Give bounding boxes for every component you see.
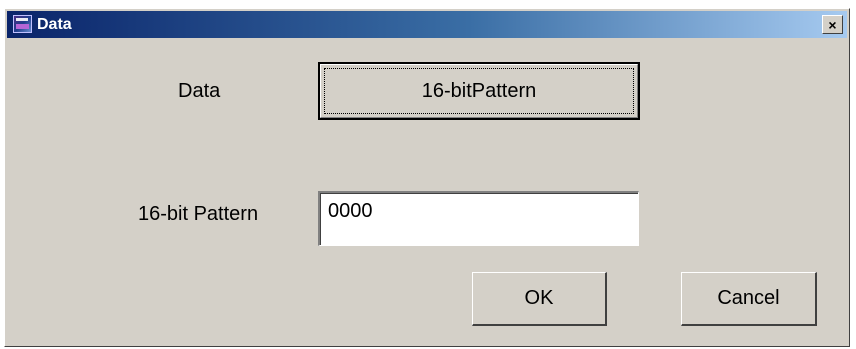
ok-button[interactable]: OK	[472, 272, 607, 326]
pattern-label: 16-bit Pattern	[138, 203, 259, 225]
cancel-button-label: Cancel	[717, 287, 780, 309]
data-type-button-label: 16-bitPattern	[421, 79, 537, 102]
pattern-input-value: 0000	[328, 200, 373, 222]
data-type-button[interactable]: 16-bitPattern	[318, 62, 640, 120]
window-title: Data	[37, 16, 72, 33]
close-icon: ×	[828, 16, 837, 33]
ok-button-label: OK	[524, 287, 554, 309]
title-bar[interactable]: Data ×	[7, 11, 847, 38]
cancel-button[interactable]: Cancel	[681, 272, 817, 326]
app-icon	[13, 15, 32, 33]
close-button[interactable]: ×	[822, 15, 843, 34]
data-label: Data	[178, 80, 221, 102]
pattern-input[interactable]: 0000	[318, 191, 639, 246]
